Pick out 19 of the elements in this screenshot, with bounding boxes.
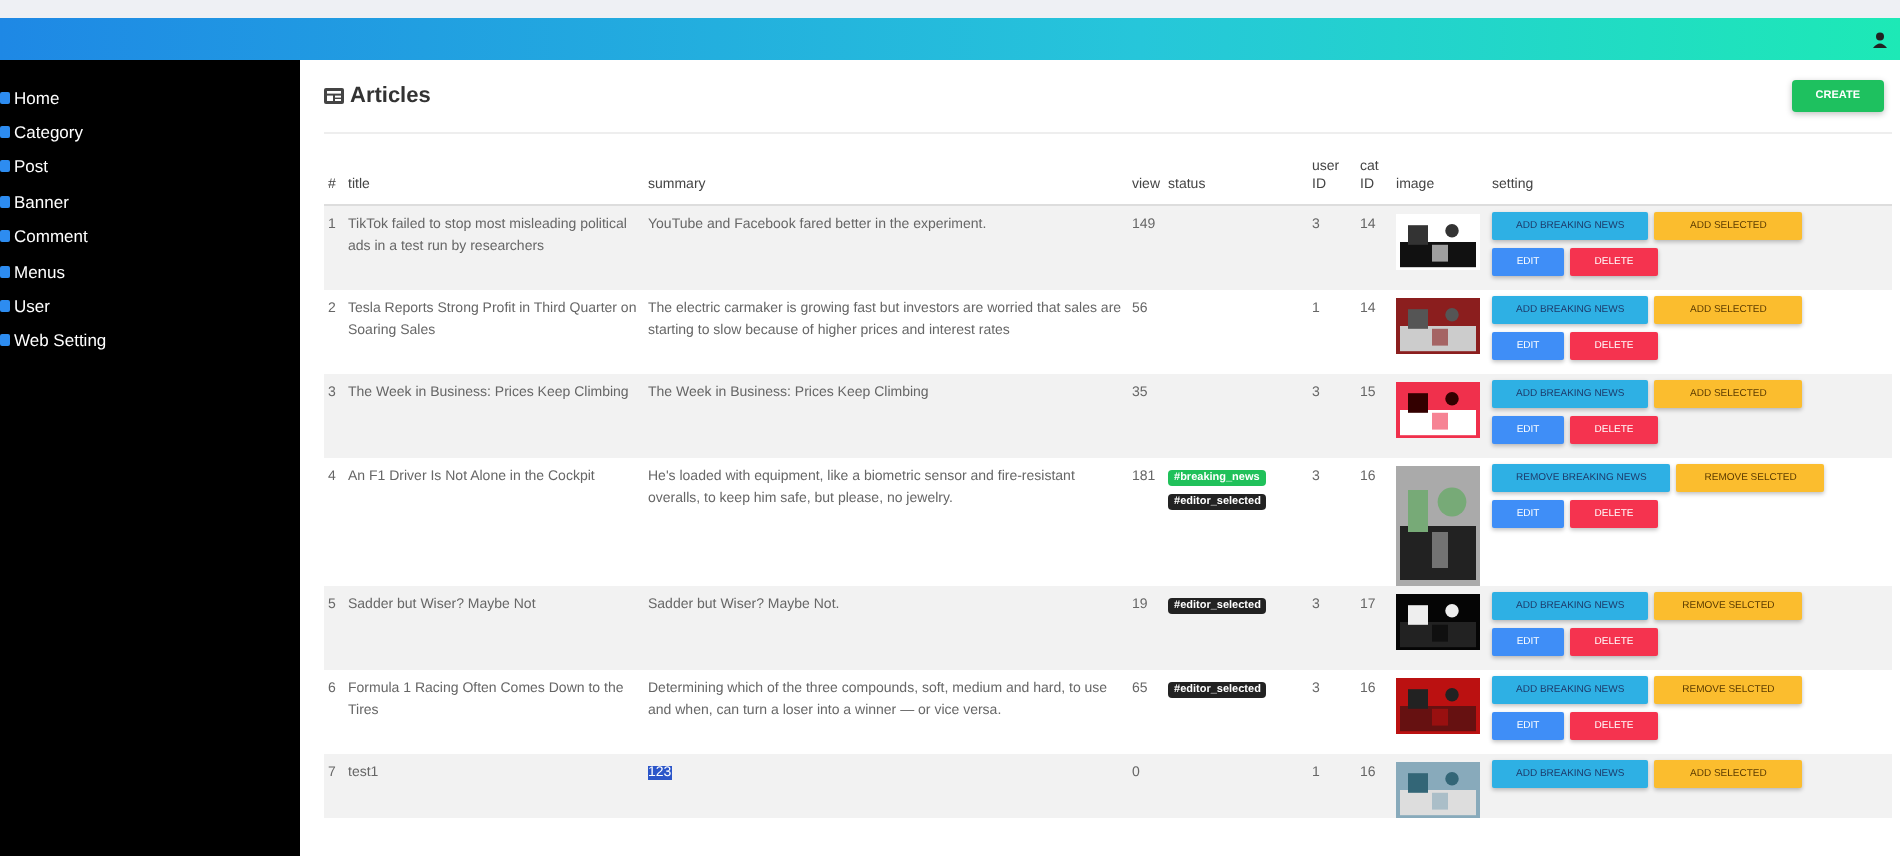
menu-item-icon <box>0 265 10 278</box>
sidebar-item[interactable]: Banner <box>0 184 300 220</box>
sidebar-item[interactable]: Home <box>0 80 300 115</box>
menu-item-icon <box>0 334 10 347</box>
page-title: Articles <box>350 84 431 108</box>
user-icon[interactable] <box>1872 31 1888 47</box>
menu-item-icon <box>0 300 10 313</box>
menu-item-icon <box>0 91 10 104</box>
sidebar-item[interactable]: Post <box>0 149 300 185</box>
menu-item-icon <box>0 230 10 243</box>
menu-item-icon <box>0 195 10 208</box>
sidebar-item[interactable]: User <box>0 288 300 324</box>
sidebar-item[interactable]: Web Setting <box>0 323 300 359</box>
newspaper-icon <box>324 88 344 104</box>
menu-item-icon <box>0 126 10 139</box>
sidebar-item[interactable]: Comment <box>0 219 300 254</box>
sidebar-item[interactable]: Menus <box>0 253 300 289</box>
sidebar-item[interactable]: Category <box>0 114 300 150</box>
menu-item-icon <box>0 160 10 173</box>
